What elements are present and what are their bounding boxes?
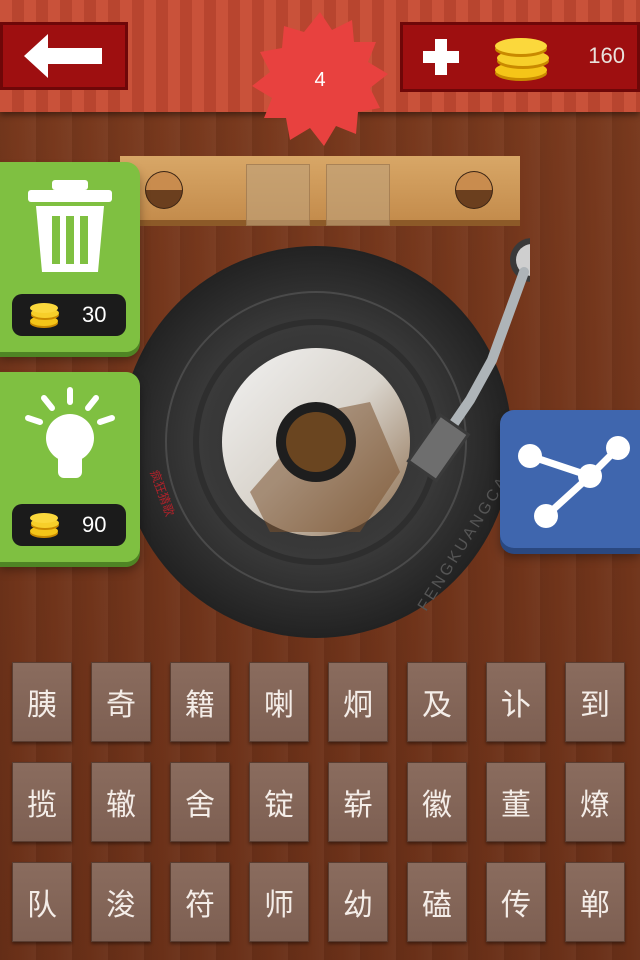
coin-stack-icon — [30, 513, 59, 538]
delete-letters-button[interactable]: 30 — [0, 162, 140, 352]
answer-tray — [120, 156, 520, 226]
letter-tile[interactable]: 传 — [486, 862, 546, 942]
delete-cost: 30 — [12, 294, 126, 336]
letter-tile[interactable]: 舍 — [170, 762, 230, 842]
answer-slot-1[interactable] — [246, 164, 310, 226]
letter-tile[interactable]: 符 — [170, 862, 230, 942]
hint-cost-value: 90 — [82, 512, 107, 537]
letter-tile[interactable]: 董 — [486, 762, 546, 842]
hint-button[interactable]: 90 — [0, 372, 140, 562]
letter-tile[interactable]: 磕 — [407, 862, 467, 942]
letter-tile[interactable]: 讣 — [486, 662, 546, 742]
letter-tile[interactable]: 胰 — [12, 662, 72, 742]
tray-knob-icon — [455, 171, 493, 209]
plus-icon[interactable] — [417, 33, 465, 81]
letter-tile[interactable]: 奇 — [91, 662, 151, 742]
arrow-left-icon — [24, 34, 102, 78]
answer-slot-2[interactable] — [326, 164, 390, 226]
letter-tile[interactable]: 籍 — [170, 662, 230, 742]
letter-tile[interactable]: 揽 — [12, 762, 72, 842]
level-badge: 4 — [252, 12, 388, 148]
letter-tile[interactable]: 锭 — [249, 762, 309, 842]
hint-cost: 90 — [12, 504, 126, 546]
share-button[interactable] — [500, 410, 640, 548]
coin-count: 160 — [588, 43, 625, 68]
letter-tile[interactable]: 师 — [249, 862, 309, 942]
share-icon — [518, 436, 630, 528]
letter-tile[interactable]: 炯 — [328, 662, 388, 742]
level-number: 4 — [314, 68, 326, 91]
letter-tile[interactable]: 喇 — [249, 662, 309, 742]
vinyl-record: FENGKUANGCAIGE 疯狂猜歌 — [120, 238, 530, 638]
letter-tile[interactable]: 及 — [407, 662, 467, 742]
letter-tile[interactable]: 辙 — [91, 762, 151, 842]
letter-tile[interactable]: 到 — [565, 662, 625, 742]
coin-stack-icon — [495, 38, 549, 81]
letter-tile[interactable]: 燎 — [565, 762, 625, 842]
back-button[interactable] — [0, 22, 128, 90]
letter-tile[interactable]: 崭 — [328, 762, 388, 842]
lightbulb-icon — [25, 387, 115, 478]
letter-tile[interactable]: 浚 — [91, 862, 151, 942]
letter-tile[interactable]: 幼 — [328, 862, 388, 942]
letter-tile[interactable]: 徽 — [407, 762, 467, 842]
trash-icon — [28, 180, 112, 272]
tray-knob-icon — [145, 171, 183, 209]
coin-stack-icon — [30, 303, 59, 328]
letter-tile[interactable]: 队 — [12, 862, 72, 942]
coin-balance[interactable]: 160 — [400, 22, 640, 92]
letter-tile[interactable]: 郸 — [565, 862, 625, 942]
delete-cost-value: 30 — [82, 302, 107, 327]
